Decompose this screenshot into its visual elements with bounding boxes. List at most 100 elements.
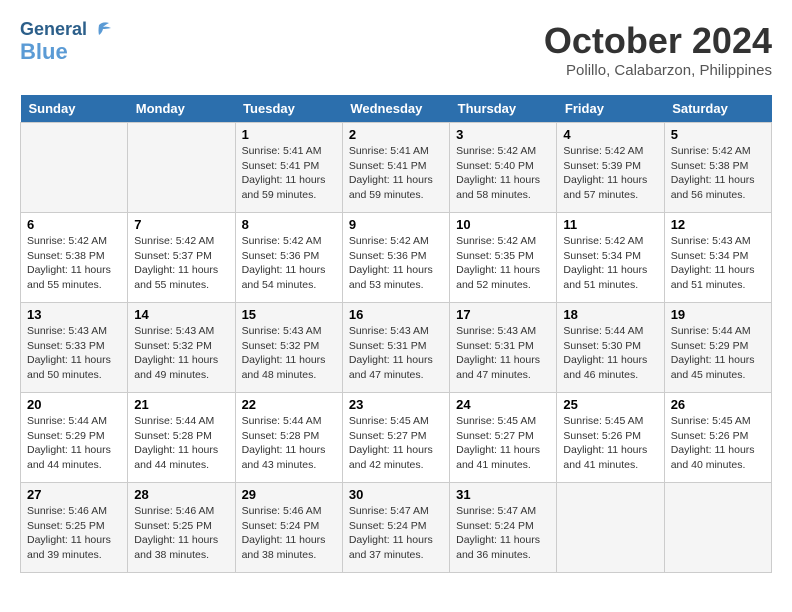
calendar-cell: 11 Sunrise: 5:42 AM Sunset: 5:34 PM Dayli…: [557, 213, 664, 303]
weekday-header-saturday: Saturday: [664, 95, 771, 123]
calendar-cell: [21, 123, 128, 213]
day-info: Sunrise: 5:47 AM Sunset: 5:24 PM Dayligh…: [349, 504, 443, 563]
day-info: Sunrise: 5:43 AM Sunset: 5:31 PM Dayligh…: [349, 324, 443, 383]
day-number: 26: [671, 397, 765, 412]
logo-general: General: [20, 20, 87, 40]
calendar-cell: 3 Sunrise: 5:42 AM Sunset: 5:40 PM Daylig…: [450, 123, 557, 213]
weekday-header-row: SundayMondayTuesdayWednesdayThursdayFrid…: [21, 95, 772, 123]
day-number: 11: [563, 217, 657, 232]
calendar-week-row: 27 Sunrise: 5:46 AM Sunset: 5:25 PM Dayli…: [21, 483, 772, 573]
calendar-cell: [557, 483, 664, 573]
weekday-header-friday: Friday: [557, 95, 664, 123]
day-number: 2: [349, 127, 443, 142]
calendar-cell: 24Sunrise: 5:45 AM Sunset: 5:27 PM Dayli…: [450, 393, 557, 483]
day-info: Sunrise: 5:41 AM Sunset: 5:41 PM Dayligh…: [349, 144, 443, 203]
day-info: Sunrise: 5:44 AM Sunset: 5:28 PM Dayligh…: [134, 414, 228, 473]
calendar-cell: 15Sunrise: 5:43 AM Sunset: 5:32 PM Dayli…: [235, 303, 342, 393]
calendar-cell: 6Sunrise: 5:42 AM Sunset: 5:38 PM Daylig…: [21, 213, 128, 303]
day-info: Sunrise: 5:46 AM Sunset: 5:24 PM Dayligh…: [242, 504, 336, 563]
day-info: Sunrise: 5:43 AM Sunset: 5:34 PM Dayligh…: [671, 234, 765, 293]
calendar-cell: 5 Sunrise: 5:42 AM Sunset: 5:38 PM Daylig…: [664, 123, 771, 213]
day-info: Sunrise: 5:45 AM Sunset: 5:27 PM Dayligh…: [456, 414, 550, 473]
day-number: 22: [242, 397, 336, 412]
calendar-cell: 13Sunrise: 5:43 AM Sunset: 5:33 PM Dayli…: [21, 303, 128, 393]
calendar-table: SundayMondayTuesdayWednesdayThursdayFrid…: [20, 95, 772, 573]
calendar-cell: 29 Sunrise: 5:46 AM Sunset: 5:24 PM Dayli…: [235, 483, 342, 573]
day-info: Sunrise: 5:43 AM Sunset: 5:32 PM Dayligh…: [134, 324, 228, 383]
calendar-cell: [128, 123, 235, 213]
calendar-week-row: 13Sunrise: 5:43 AM Sunset: 5:33 PM Dayli…: [21, 303, 772, 393]
calendar-week-row: 20Sunrise: 5:44 AM Sunset: 5:29 PM Dayli…: [21, 393, 772, 483]
weekday-header-thursday: Thursday: [450, 95, 557, 123]
day-number: 21: [134, 397, 228, 412]
day-number: 8: [242, 217, 336, 232]
weekday-header-wednesday: Wednesday: [342, 95, 449, 123]
day-info: Sunrise: 5:42 AM Sunset: 5:36 PM Dayligh…: [349, 234, 443, 293]
calendar-cell: 1Sunrise: 5:41 AM Sunset: 5:41 PM Daylig…: [235, 123, 342, 213]
calendar-cell: 21 Sunrise: 5:44 AM Sunset: 5:28 PM Dayli…: [128, 393, 235, 483]
page-header: General Blue October 2024 Polillo, Calab…: [20, 20, 772, 79]
day-info: Sunrise: 5:42 AM Sunset: 5:34 PM Dayligh…: [563, 234, 657, 293]
day-info: Sunrise: 5:45 AM Sunset: 5:27 PM Dayligh…: [349, 414, 443, 473]
weekday-header-sunday: Sunday: [21, 95, 128, 123]
day-info: Sunrise: 5:45 AM Sunset: 5:26 PM Dayligh…: [563, 414, 657, 473]
calendar-cell: 16 Sunrise: 5:43 AM Sunset: 5:31 PM Dayli…: [342, 303, 449, 393]
calendar-cell: 14Sunrise: 5:43 AM Sunset: 5:32 PM Dayli…: [128, 303, 235, 393]
day-number: 17: [456, 307, 550, 322]
logo-bird-icon: [89, 21, 111, 39]
day-number: 12: [671, 217, 765, 232]
weekday-header-monday: Monday: [128, 95, 235, 123]
month-title: October 2024: [544, 20, 772, 62]
day-info: Sunrise: 5:47 AM Sunset: 5:24 PM Dayligh…: [456, 504, 550, 563]
calendar-cell: 26 Sunrise: 5:45 AM Sunset: 5:26 PM Dayli…: [664, 393, 771, 483]
day-number: 3: [456, 127, 550, 142]
calendar-cell: 27 Sunrise: 5:46 AM Sunset: 5:25 PM Dayli…: [21, 483, 128, 573]
day-number: 27: [27, 487, 121, 502]
day-number: 29: [242, 487, 336, 502]
calendar-cell: 17 Sunrise: 5:43 AM Sunset: 5:31 PM Dayli…: [450, 303, 557, 393]
day-info: Sunrise: 5:42 AM Sunset: 5:38 PM Dayligh…: [671, 144, 765, 203]
calendar-cell: 4 Sunrise: 5:42 AM Sunset: 5:39 PM Daylig…: [557, 123, 664, 213]
logo-blue: Blue: [20, 40, 68, 64]
day-number: 16: [349, 307, 443, 322]
day-info: Sunrise: 5:44 AM Sunset: 5:29 PM Dayligh…: [671, 324, 765, 383]
day-info: Sunrise: 5:42 AM Sunset: 5:39 PM Dayligh…: [563, 144, 657, 203]
day-number: 25: [563, 397, 657, 412]
day-info: Sunrise: 5:42 AM Sunset: 5:36 PM Dayligh…: [242, 234, 336, 293]
day-info: Sunrise: 5:42 AM Sunset: 5:35 PM Dayligh…: [456, 234, 550, 293]
calendar-cell: 8 Sunrise: 5:42 AM Sunset: 5:36 PM Daylig…: [235, 213, 342, 303]
calendar-cell: 28 Sunrise: 5:46 AM Sunset: 5:25 PM Dayli…: [128, 483, 235, 573]
day-number: 23: [349, 397, 443, 412]
calendar-week-row: 6Sunrise: 5:42 AM Sunset: 5:38 PM Daylig…: [21, 213, 772, 303]
day-info: Sunrise: 5:42 AM Sunset: 5:37 PM Dayligh…: [134, 234, 228, 293]
calendar-cell: 18Sunrise: 5:44 AM Sunset: 5:30 PM Dayli…: [557, 303, 664, 393]
calendar-week-row: 1Sunrise: 5:41 AM Sunset: 5:41 PM Daylig…: [21, 123, 772, 213]
day-number: 9: [349, 217, 443, 232]
calendar-cell: 9 Sunrise: 5:42 AM Sunset: 5:36 PM Daylig…: [342, 213, 449, 303]
location: Polillo, Calabarzon, Philippines: [544, 62, 772, 79]
title-block: October 2024 Polillo, Calabarzon, Philip…: [544, 20, 772, 79]
weekday-header-tuesday: Tuesday: [235, 95, 342, 123]
calendar-cell: 25 Sunrise: 5:45 AM Sunset: 5:26 PM Dayli…: [557, 393, 664, 483]
day-info: Sunrise: 5:46 AM Sunset: 5:25 PM Dayligh…: [27, 504, 121, 563]
day-number: 6: [27, 217, 121, 232]
calendar-cell: 19Sunrise: 5:44 AM Sunset: 5:29 PM Dayli…: [664, 303, 771, 393]
day-info: Sunrise: 5:45 AM Sunset: 5:26 PM Dayligh…: [671, 414, 765, 473]
day-info: Sunrise: 5:44 AM Sunset: 5:29 PM Dayligh…: [27, 414, 121, 473]
day-info: Sunrise: 5:46 AM Sunset: 5:25 PM Dayligh…: [134, 504, 228, 563]
day-info: Sunrise: 5:42 AM Sunset: 5:40 PM Dayligh…: [456, 144, 550, 203]
calendar-cell: 30 Sunrise: 5:47 AM Sunset: 5:24 PM Dayli…: [342, 483, 449, 573]
calendar-cell: 20Sunrise: 5:44 AM Sunset: 5:29 PM Dayli…: [21, 393, 128, 483]
day-number: 31: [456, 487, 550, 502]
logo: General Blue: [20, 20, 111, 64]
day-info: Sunrise: 5:43 AM Sunset: 5:31 PM Dayligh…: [456, 324, 550, 383]
calendar-cell: 31 Sunrise: 5:47 AM Sunset: 5:24 PM Dayli…: [450, 483, 557, 573]
day-number: 5: [671, 127, 765, 142]
calendar-cell: 23 Sunrise: 5:45 AM Sunset: 5:27 PM Dayli…: [342, 393, 449, 483]
day-number: 30: [349, 487, 443, 502]
day-number: 28: [134, 487, 228, 502]
day-number: 7: [134, 217, 228, 232]
day-number: 4: [563, 127, 657, 142]
day-info: Sunrise: 5:41 AM Sunset: 5:41 PM Dayligh…: [242, 144, 336, 203]
day-info: Sunrise: 5:44 AM Sunset: 5:28 PM Dayligh…: [242, 414, 336, 473]
